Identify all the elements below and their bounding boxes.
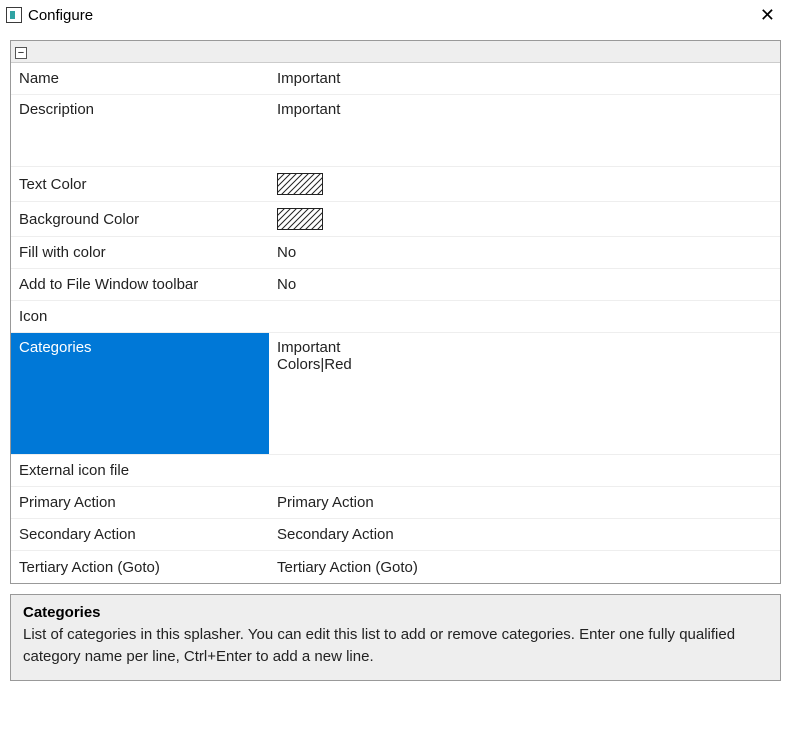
property-row[interactable]: Primary ActionPrimary Action xyxy=(11,487,780,519)
titlebar: Configure ✕ xyxy=(0,0,791,30)
collapse-icon[interactable]: − xyxy=(15,47,27,59)
color-swatch-none-icon[interactable] xyxy=(277,208,323,230)
property-row[interactable]: Background Color xyxy=(11,202,780,237)
property-value[interactable] xyxy=(269,202,780,236)
property-row[interactable]: Text Color xyxy=(11,167,780,202)
property-row[interactable]: CategoriesImportant Colors|Red xyxy=(11,333,780,455)
property-label: External icon file xyxy=(11,455,269,486)
window-title: Configure xyxy=(28,7,754,24)
property-label: Add to File Window toolbar xyxy=(11,269,269,300)
property-grid-header: − xyxy=(11,41,780,63)
property-value[interactable] xyxy=(269,455,780,486)
property-label: Categories xyxy=(11,333,269,454)
property-value[interactable]: No xyxy=(269,269,780,300)
property-row[interactable]: Secondary ActionSecondary Action xyxy=(11,519,780,551)
property-row[interactable]: External icon file xyxy=(11,455,780,487)
help-panel: Categories List of categories in this sp… xyxy=(10,594,781,681)
property-label: Fill with color xyxy=(11,237,269,268)
property-row[interactable]: Fill with colorNo xyxy=(11,237,780,269)
property-label: Text Color xyxy=(11,167,269,201)
color-swatch-none-icon[interactable] xyxy=(277,173,323,195)
help-text: List of categories in this splasher. You… xyxy=(23,624,768,668)
app-icon xyxy=(6,7,22,23)
property-value[interactable]: Primary Action xyxy=(269,487,780,518)
close-icon[interactable]: ✕ xyxy=(754,4,781,26)
property-value[interactable]: Tertiary Action (Goto) xyxy=(269,551,780,583)
property-label: Name xyxy=(11,63,269,94)
property-label: Tertiary Action (Goto) xyxy=(11,551,269,583)
property-value[interactable] xyxy=(269,167,780,201)
property-row[interactable]: Icon xyxy=(11,301,780,333)
property-row[interactable]: Add to File Window toolbarNo xyxy=(11,269,780,301)
property-value[interactable]: Important xyxy=(269,95,780,166)
property-value[interactable] xyxy=(269,301,780,332)
property-row[interactable]: NameImportant xyxy=(11,63,780,95)
property-label: Icon xyxy=(11,301,269,332)
property-label: Secondary Action xyxy=(11,519,269,550)
window-body: − NameImportantDescriptionImportantText … xyxy=(0,30,791,691)
property-label: Background Color xyxy=(11,202,269,236)
property-value[interactable]: Secondary Action xyxy=(269,519,780,550)
property-value[interactable]: No xyxy=(269,237,780,268)
property-row[interactable]: Tertiary Action (Goto)Tertiary Action (G… xyxy=(11,551,780,583)
property-value[interactable]: Important Colors|Red xyxy=(269,333,780,454)
property-label: Description xyxy=(11,95,269,166)
property-value[interactable]: Important xyxy=(269,63,780,94)
help-title: Categories xyxy=(23,604,768,621)
property-row[interactable]: DescriptionImportant xyxy=(11,95,780,167)
property-grid: − NameImportantDescriptionImportantText … xyxy=(10,40,781,584)
property-label: Primary Action xyxy=(11,487,269,518)
